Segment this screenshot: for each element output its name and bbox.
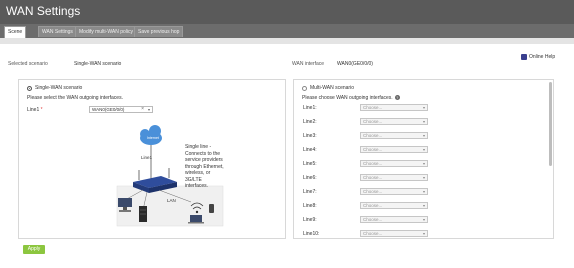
tab-modify-multi-wan-policy[interactable]: Modify multi-WAN policy (75, 26, 137, 37)
multi-line-select-value: Choose... (363, 231, 383, 236)
line1-diagram-label: Line1 (141, 155, 153, 160)
multi-line-label: Line3: (303, 133, 317, 139)
multi-line-label: Line8: (303, 203, 317, 209)
multi-line-label: Line4: (303, 147, 317, 153)
selected-scenario-label: Selected scenario (8, 61, 48, 67)
single-wan-radio[interactable] (27, 85, 32, 91)
chevron-down-icon[interactable]: ▾ (423, 175, 425, 180)
multi-wan-panel: Multi-WAN scenario Please choose WAN out… (293, 79, 554, 239)
tab-wan-settings[interactable]: WAN Settings (38, 26, 77, 37)
help-icon[interactable]: ? (394, 95, 400, 100)
selected-scenario-value: Single-WAN scenario (74, 61, 122, 67)
multi-line-select[interactable]: Choose... ▾ (360, 216, 428, 223)
multi-line-select-value: Choose... (363, 133, 383, 138)
multi-line-select-value: Choose... (363, 217, 383, 222)
chevron-down-icon[interactable]: ▾ (423, 217, 425, 222)
chevron-down-icon[interactable]: ▾ (423, 189, 425, 194)
tab-bar: Scene WAN Settings Modify multi-WAN poli… (0, 24, 574, 38)
multi-line-select-value: Choose... (363, 203, 383, 208)
chevron-down-icon[interactable]: ▾ (423, 119, 425, 124)
diagram-description: Single line - Connects to the service pr… (185, 144, 224, 189)
line1-label: Line1 * (27, 107, 43, 113)
multi-line-select[interactable]: Choose... ▾ (360, 188, 428, 195)
title-bar: WAN Settings (0, 0, 574, 24)
multi-line-select-value: Choose... (363, 147, 383, 152)
lan-label: LAN (167, 198, 176, 203)
tab-scene[interactable]: Scene (4, 26, 27, 38)
single-wan-hint: Please select the WAN outgoing interface… (27, 95, 123, 101)
lan-area (116, 185, 224, 227)
multi-wan-hint: Please choose WAN outgoing interfaces.? (302, 95, 400, 101)
multi-line-label: Line5: (303, 161, 317, 167)
chevron-down-icon[interactable]: ▾ (423, 161, 425, 166)
multi-line-select-value: Choose... (363, 105, 383, 110)
single-wan-radio-row[interactable]: Single-WAN scenario (27, 85, 82, 91)
multi-wan-radio[interactable] (302, 85, 307, 91)
chevron-down-icon[interactable]: ▾ (423, 203, 425, 208)
multi-line-select[interactable]: Choose... ▾ (360, 104, 428, 111)
multi-wan-radio-row[interactable]: Multi-WAN scenario (302, 85, 354, 91)
multi-line-label: Line10: (303, 231, 320, 237)
multi-line-select-value: Choose... (363, 119, 383, 124)
multi-line-label: Line2: (303, 119, 317, 125)
line1-select[interactable]: WAN0(GE0/0/0) × ▾ (89, 106, 153, 113)
scrollbar-thumb[interactable] (549, 82, 552, 166)
wan-interface-value: WAN0(GE0/0/0) (337, 61, 373, 67)
multi-line-select[interactable]: Choose... ▾ (360, 160, 428, 167)
multi-wan-title: Multi-WAN scenario (310, 85, 354, 91)
line1-select-value: WAN0(GE0/0/0) (92, 107, 125, 112)
multi-line-select[interactable]: Choose... ▾ (360, 118, 428, 125)
multi-line-select-value: Choose... (363, 175, 383, 180)
chevron-down-icon[interactable]: ▾ (423, 133, 425, 138)
required-mark: * (40, 107, 43, 113)
online-help-label: Online Help (529, 54, 556, 60)
server-icon (139, 206, 147, 222)
clear-icon[interactable]: × (141, 107, 144, 112)
apply-button[interactable]: Apply (23, 245, 45, 254)
multi-line-label: Line9: (303, 217, 317, 223)
multi-line-select[interactable]: Choose... ▾ (360, 230, 428, 237)
multi-line-label: Line7: (303, 189, 317, 195)
help-book-icon (521, 54, 527, 60)
laptop-icon (188, 215, 204, 224)
single-wan-title: Single-WAN scenario (35, 85, 83, 91)
phone-icon (209, 204, 214, 213)
network-diagram: Internet Line1 LAN Single line - Connect… (99, 120, 229, 232)
online-help-link[interactable]: Online Help (521, 54, 555, 60)
multi-line-select-value: Choose... (363, 161, 383, 166)
internet-cloud-icon (140, 125, 162, 145)
chevron-down-icon[interactable]: ▾ (423, 147, 425, 152)
multi-line-select-value: Choose... (363, 189, 383, 194)
multi-line-label: Line1: (303, 105, 317, 111)
chevron-down-icon[interactable]: ▾ (148, 107, 150, 112)
multi-line-select[interactable]: Choose... ▾ (360, 146, 428, 153)
multi-line-select[interactable]: Choose... ▾ (360, 132, 428, 139)
chevron-down-icon[interactable]: ▾ (423, 231, 425, 236)
tab-save-previous-hop[interactable]: Save previous hop (134, 26, 184, 37)
cloud-label: Internet (147, 136, 159, 140)
page-title: WAN Settings (6, 4, 81, 18)
multi-line-label: Line6: (303, 175, 317, 181)
single-wan-panel: Single-WAN scenario Please select the WA… (18, 79, 286, 239)
tab-underline-bar (0, 38, 574, 44)
multi-line-select[interactable]: Choose... ▾ (360, 174, 428, 181)
chevron-down-icon[interactable]: ▾ (423, 105, 425, 110)
multi-line-select[interactable]: Choose... ▾ (360, 202, 428, 209)
wan-interface-label: WAN interface (292, 61, 325, 67)
